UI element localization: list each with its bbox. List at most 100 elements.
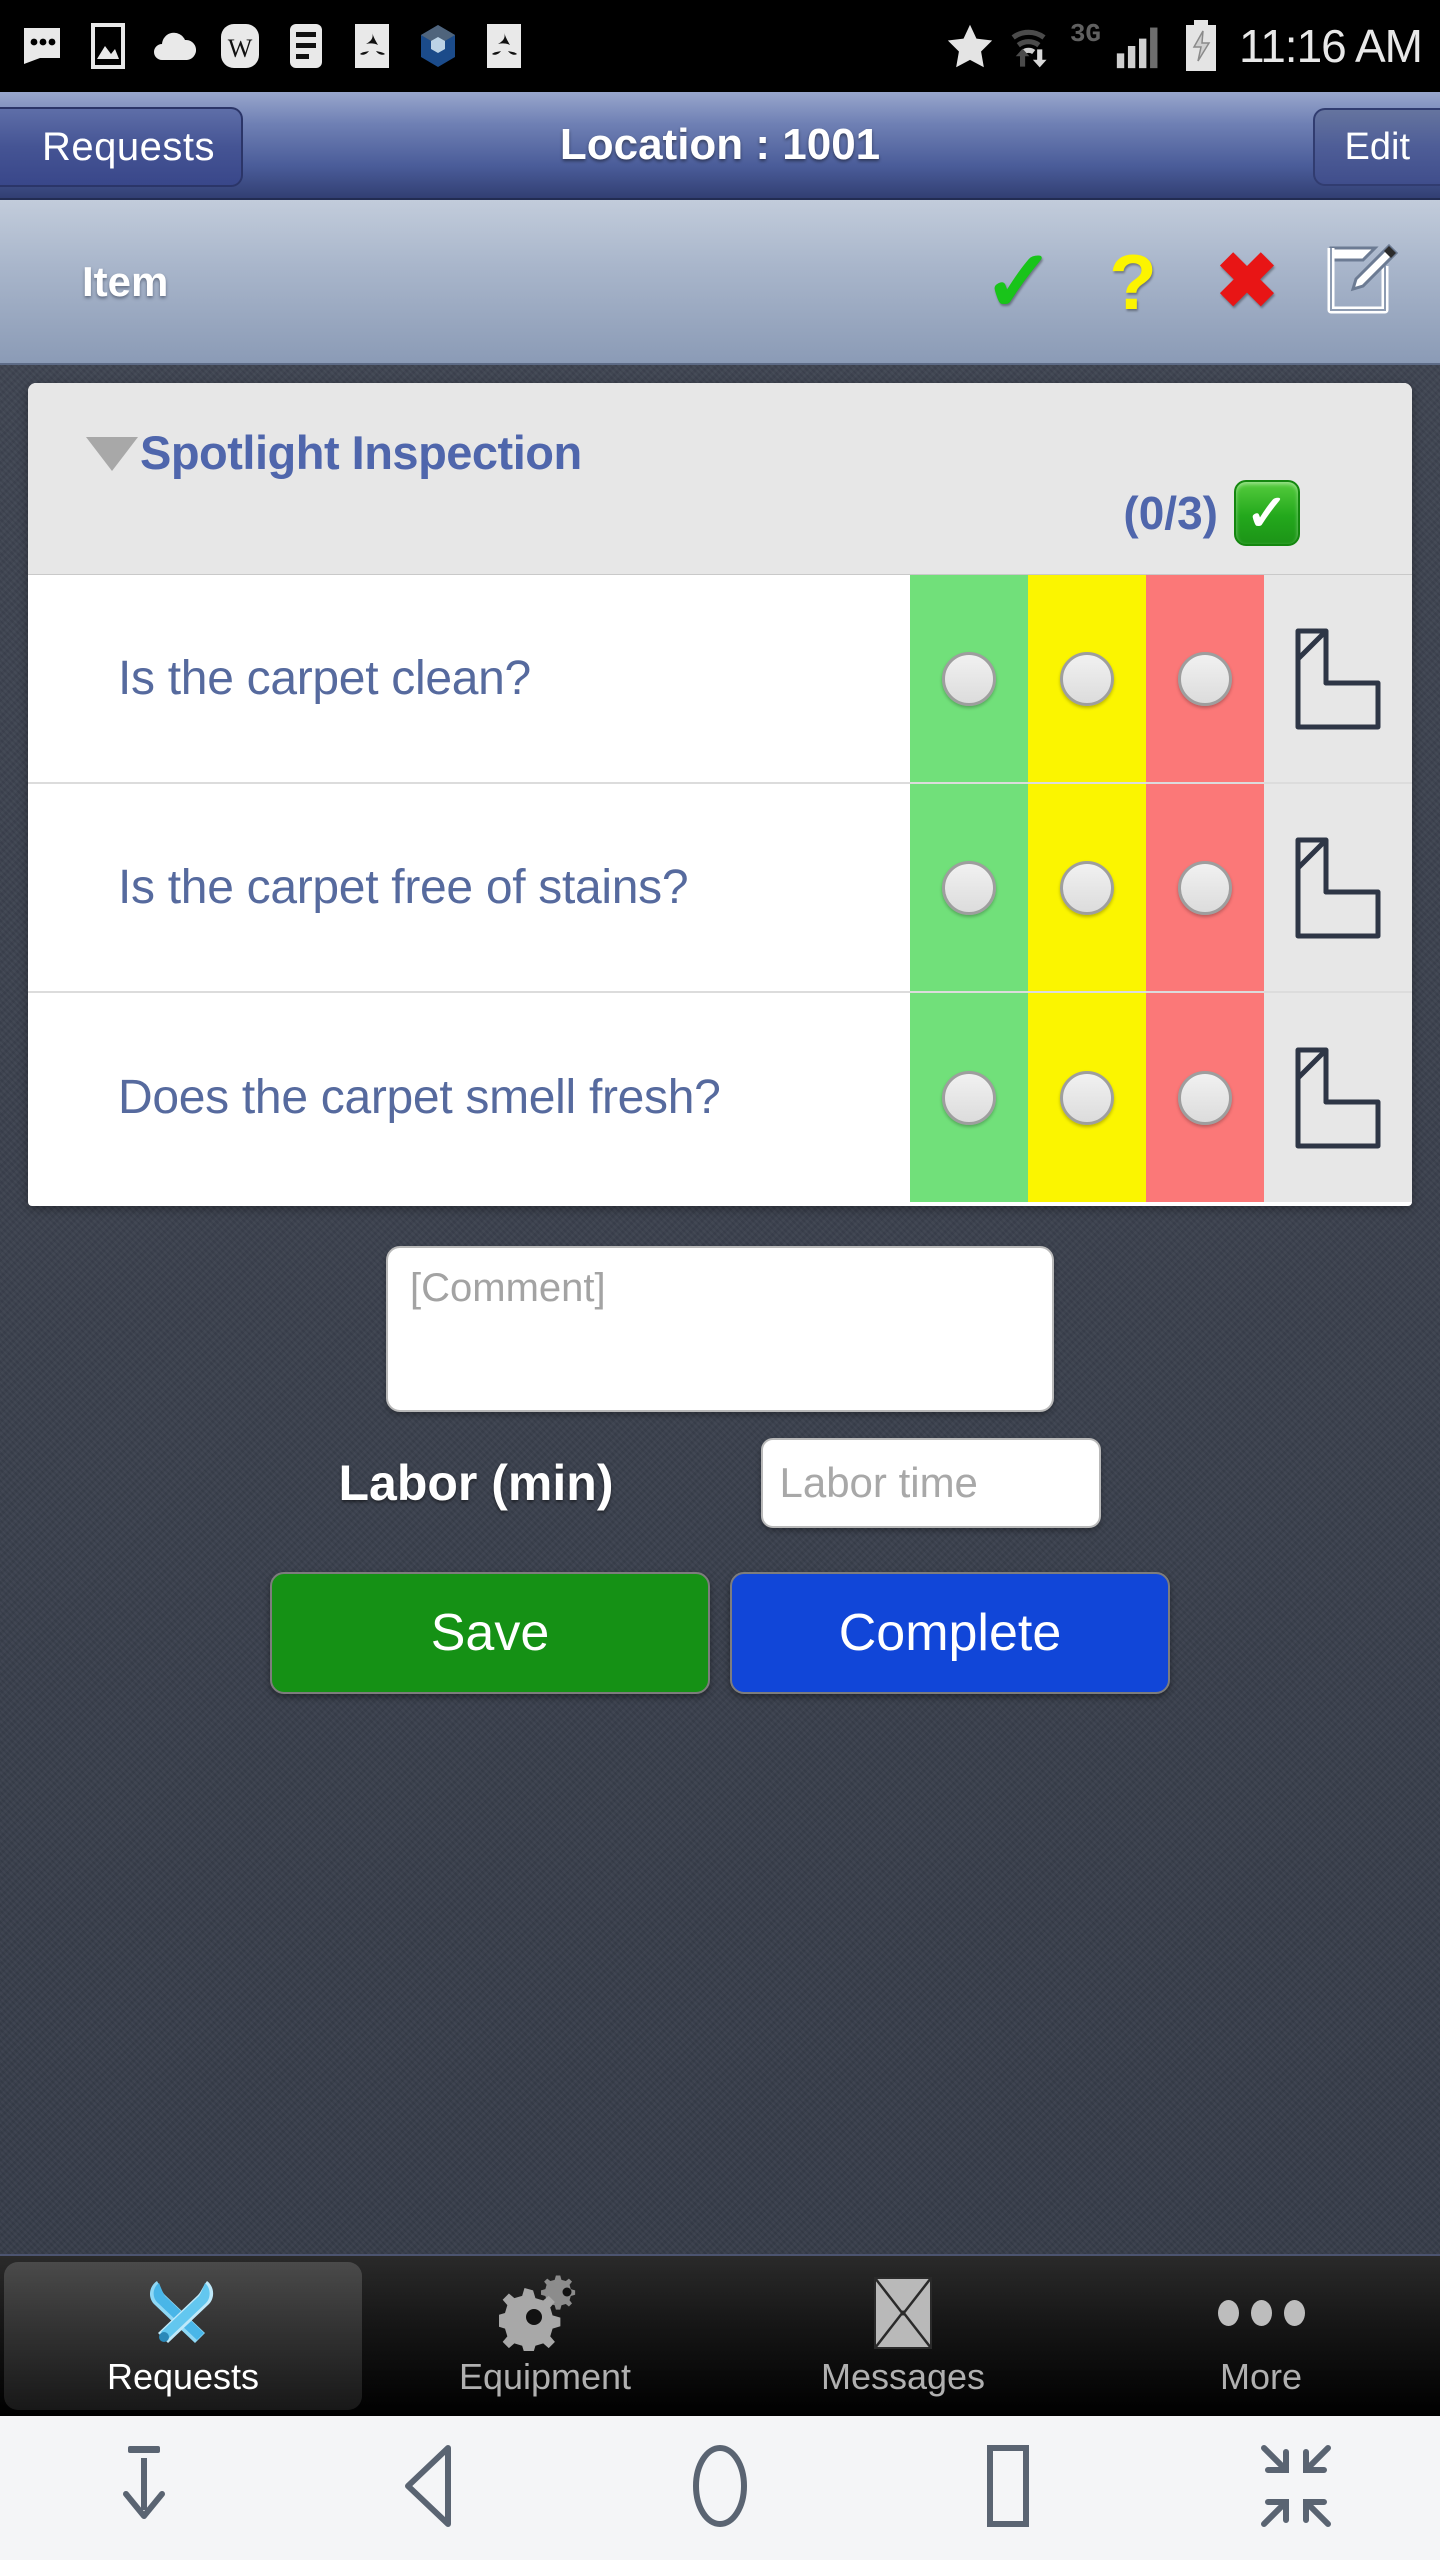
- option-fail-cell[interactable]: [1146, 784, 1264, 991]
- app-badge-icon: [414, 18, 462, 74]
- mark-all-fail-button[interactable]: ✖: [1210, 240, 1284, 324]
- inspection-group-header[interactable]: Spotlight Inspection (0/3) ✓: [28, 383, 1412, 575]
- tools-icon: [137, 2274, 229, 2352]
- navigation-bar: Requests Location : 1001 Edit: [0, 92, 1440, 200]
- radio-fail[interactable]: [1178, 860, 1232, 915]
- radio-pass[interactable]: [942, 651, 996, 706]
- recents-button-android[interactable]: [933, 2433, 1083, 2543]
- labor-label: Labor (min): [338, 1455, 614, 1511]
- row-note-button[interactable]: [1264, 993, 1412, 1202]
- save-button[interactable]: Save: [270, 1572, 710, 1694]
- table-row: Is the carpet clean?: [28, 575, 1412, 784]
- option-pass-cell[interactable]: [910, 784, 1028, 991]
- inspection-group-status: (0/3) ✓: [1123, 480, 1300, 546]
- app-root: W 3G 11:16 AM Requests Location: 1001 E…: [0, 0, 1440, 2560]
- chevron-down-icon[interactable]: [86, 437, 138, 471]
- option-fail-cell[interactable]: [1146, 575, 1264, 782]
- star-icon: [946, 18, 994, 74]
- more-messages-icon: [18, 18, 66, 74]
- radio-unknown[interactable]: [1060, 651, 1114, 706]
- hide-keyboard-icon: [106, 2440, 182, 2537]
- item-toolbar-label: Item: [82, 257, 169, 305]
- clock: 11:16 AM: [1239, 20, 1423, 72]
- radio-fail[interactable]: [1178, 651, 1232, 706]
- radio-pass[interactable]: [942, 860, 996, 915]
- option-unknown-cell[interactable]: [1028, 993, 1146, 1202]
- dot: [1283, 2300, 1305, 2326]
- page-title: Location : 1001: [559, 120, 881, 169]
- edit-button-label: Edit: [1344, 125, 1410, 168]
- tab-more[interactable]: More: [1082, 2256, 1440, 2416]
- comment-section: [386, 1246, 1054, 1412]
- cloud-upload-icon: [150, 18, 198, 74]
- status-bar-system-icons: 3G 11:16 AM: [946, 0, 1423, 92]
- tab-more-label: More: [1219, 2356, 1303, 2397]
- option-unknown-cell[interactable]: [1028, 784, 1146, 991]
- radio-unknown[interactable]: [1060, 860, 1114, 915]
- wifi-transfer-icon: [1008, 18, 1056, 74]
- check-icon: ✓: [982, 233, 1056, 330]
- dot: [1250, 2300, 1272, 2326]
- word-doc-icon: W: [216, 18, 264, 74]
- gallery-icon: [84, 18, 132, 74]
- status-bar-notification-icons: W: [18, 18, 528, 74]
- tab-requests[interactable]: Requests: [4, 2262, 362, 2410]
- adobe-reader-icon-2: [480, 18, 528, 74]
- group-check-badge-icon[interactable]: ✓: [1234, 480, 1300, 546]
- question-text: Does the carpet smell fresh?: [28, 993, 910, 1202]
- item-toolbar-actions: ✓ ? ✖: [982, 233, 1399, 330]
- radio-pass[interactable]: [942, 1070, 996, 1125]
- shrink-screen-button[interactable]: [1221, 2433, 1371, 2543]
- list-doc-icon: [282, 18, 330, 74]
- envelope-icon: [863, 2274, 943, 2352]
- mark-all-unknown-button[interactable]: ?: [1096, 240, 1170, 324]
- comment-input[interactable]: [386, 1246, 1054, 1412]
- tab-messages[interactable]: Messages: [724, 2256, 1082, 2416]
- tab-equipment[interactable]: Equipment: [366, 2256, 724, 2416]
- android-navigation-bar: [0, 2416, 1440, 2560]
- question-text: Is the carpet clean?: [28, 575, 910, 782]
- option-pass-cell[interactable]: [910, 993, 1028, 1202]
- home-button-android[interactable]: [645, 2433, 795, 2543]
- status-bar: W 3G 11:16 AM: [0, 0, 1440, 92]
- x-mark-icon: ✖: [1215, 238, 1279, 324]
- tab-messages-label: Messages: [820, 2356, 986, 2397]
- bottom-tab-bar: Requests Equipment Messages More: [0, 2254, 1440, 2416]
- action-buttons: Save Complete: [270, 1572, 1170, 1694]
- labor-time-input[interactable]: [761, 1438, 1102, 1528]
- complete-button-label: Complete: [838, 1604, 1062, 1662]
- back-icon: [392, 2440, 472, 2537]
- shrink-screen-icon: [1252, 2440, 1340, 2537]
- mark-all-pass-button[interactable]: ✓: [982, 233, 1056, 330]
- network-type-label: 3G: [1069, 19, 1102, 49]
- radio-fail[interactable]: [1178, 1070, 1232, 1125]
- complete-button[interactable]: Complete: [730, 1572, 1170, 1694]
- labor-section: Labor (min): [220, 1438, 1220, 1528]
- tab-requests-label: Requests: [106, 2356, 260, 2397]
- back-button-android[interactable]: [357, 2433, 507, 2543]
- question-mark-icon: ?: [1109, 237, 1157, 326]
- item-toolbar: Item ✓ ? ✖: [0, 200, 1440, 365]
- hide-keyboard-button[interactable]: [69, 2433, 219, 2543]
- home-icon: [680, 2440, 760, 2537]
- inspection-card: Spotlight Inspection (0/3) ✓ Is the carp…: [28, 383, 1412, 1206]
- radio-unknown[interactable]: [1060, 1070, 1114, 1125]
- tab-equipment-label: Equipment: [458, 2356, 632, 2397]
- adobe-reader-icon: [348, 18, 396, 74]
- option-unknown-cell[interactable]: [1028, 575, 1146, 782]
- ellipsis-icon: [1217, 2274, 1305, 2352]
- table-row: Is the carpet free of stains?: [28, 784, 1412, 993]
- completed-count: (0/3): [1123, 487, 1218, 539]
- inspection-group-title: Spotlight Inspection: [140, 426, 582, 479]
- content-area: Spotlight Inspection (0/3) ✓ Is the carp…: [0, 365, 1440, 2254]
- edit-button[interactable]: Edit: [1312, 108, 1440, 186]
- row-note-button[interactable]: [1264, 575, 1412, 782]
- option-pass-cell[interactable]: [910, 575, 1028, 782]
- option-fail-cell[interactable]: [1146, 993, 1264, 1202]
- gears-icon: [499, 2274, 591, 2352]
- edit-note-button[interactable]: [1323, 240, 1399, 324]
- table-row: Does the carpet smell fresh?: [28, 993, 1412, 1202]
- note-edit-icon: [1323, 240, 1399, 323]
- recents-icon: [968, 2440, 1048, 2537]
- row-note-button[interactable]: [1264, 784, 1412, 991]
